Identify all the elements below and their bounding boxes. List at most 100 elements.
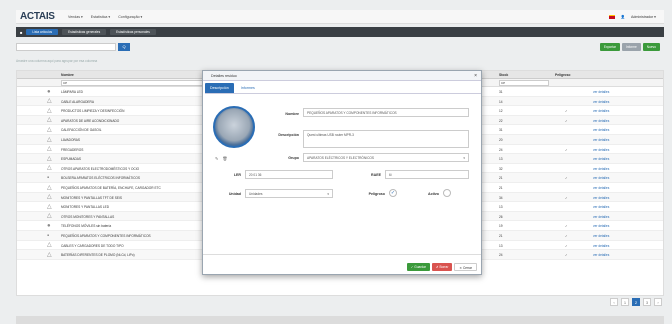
item-type-icon: △ [47, 155, 52, 162]
cell-stock: 13 [499, 157, 503, 162]
cell-nombre: ESPUMADAS [61, 157, 82, 162]
item-type-icon: △ [47, 213, 52, 220]
label-ler: LER [233, 173, 241, 177]
cell-nombre: APARATOS DE AIRE ACONDICIONADO [61, 118, 120, 123]
label-raee: RAEE [371, 173, 381, 177]
page-prev[interactable]: ‹ [610, 298, 618, 306]
label-descripcion: Descripción [278, 133, 299, 137]
app-logo[interactable]: ACTAIS [20, 11, 68, 22]
view-details-link[interactable]: ver detalles [593, 224, 609, 228]
cell-stock: 21 [499, 176, 503, 181]
photo-tools: ✎ 🗑 [215, 156, 227, 161]
view-details-link[interactable]: ver detalles [593, 176, 609, 180]
cell-stock: 13 [499, 243, 503, 248]
group-select[interactable]: APARATOS ELÉCTRICOS Y ELECTRÓNICOS ▾ [303, 153, 469, 162]
tab-descripcion[interactable]: Descripción [205, 83, 234, 93]
cell-nombre: FREGADEROS [61, 147, 84, 152]
tab-informes[interactable]: Informes [236, 83, 260, 93]
view-details-link[interactable]: ver detalles [593, 234, 609, 238]
cell-stock: 21 [499, 186, 503, 190]
view-details-link[interactable]: ver detalles [593, 215, 609, 219]
user-menu[interactable]: Administrador ▾ [631, 15, 656, 19]
item-type-icon: ▪ [47, 232, 50, 239]
page-1[interactable]: 1 [621, 298, 629, 306]
cell-stock: 12 [499, 109, 503, 114]
col-nombre[interactable]: Nombre [61, 73, 74, 77]
col-peligroso[interactable]: Peligroso [555, 73, 570, 77]
check-icon: ✓ [565, 109, 568, 114]
filter-nombre[interactable]: CP [61, 80, 221, 86]
col-stock[interactable]: Stock [499, 73, 508, 77]
tab-estadisticas-generales[interactable]: Estadísticas generales [62, 29, 107, 35]
description-field[interactable]: Quest ultimas USB router MPR-3 [303, 130, 469, 148]
page-3[interactable]: 3 [643, 298, 651, 306]
label-grupo: Grupo [288, 156, 299, 160]
item-type-icon: △ [47, 126, 52, 133]
view-details-link[interactable]: ver detalles [593, 157, 609, 161]
view-details-link[interactable]: ver detalles [593, 128, 609, 132]
view-details-link[interactable]: ver detalles [593, 148, 609, 152]
view-details-link[interactable]: ver detalles [593, 90, 609, 94]
chevron-down-icon: ▾ [327, 192, 329, 196]
cell-stock: 26 [499, 214, 503, 219]
view-details-link[interactable]: ver detalles [593, 119, 609, 123]
active-checkbox[interactable] [443, 189, 451, 197]
view-details-link[interactable]: ver detalles [593, 167, 609, 171]
close-icon[interactable]: × [474, 71, 477, 81]
modal-body: ✎ 🗑 Nombre PEQUEÑOS APARATOS Y COMPONENT… [205, 93, 481, 253]
cell-stock: 20 [499, 138, 503, 142]
view-details-link[interactable]: ver detalles [593, 244, 609, 248]
filter-stock[interactable]: CP [499, 80, 549, 86]
item-type-icon: △ [47, 251, 52, 258]
cell-nombre: CABLES Y CARGADORES DE TODO TIPO [61, 243, 124, 248]
check-icon: ✓ [565, 234, 568, 238]
close-button[interactable]: ✕ Cerrar [454, 263, 477, 271]
item-type-icon: ● [47, 88, 51, 95]
view-details-link[interactable]: ver detalles [593, 138, 609, 142]
top-navbar: ACTAIS Vendas ▾ Estatística ▾ Configuraç… [16, 10, 664, 24]
modal-tabs: Descripción Informes [205, 83, 260, 93]
language-flag-icon[interactable] [608, 14, 615, 19]
edit-icon[interactable]: ✎ [215, 156, 218, 161]
menu-estadistica[interactable]: Estatística ▾ [91, 15, 110, 19]
menu-configuracion[interactable]: Configuração ▾ [118, 15, 142, 19]
menu-ventas[interactable]: Vendas ▾ [68, 15, 83, 19]
cell-stock: 22 [499, 118, 503, 123]
view-details-link[interactable]: ver detalles [593, 186, 609, 190]
save-button[interactable]: ✓ Guardar [406, 263, 430, 271]
check-icon: ✓ [565, 118, 568, 123]
search-input[interactable] [16, 43, 116, 51]
item-type-icon: △ [47, 117, 52, 124]
modal-buttons: ✓ Guardar ✗ Borrar ✕ Cerrar [406, 263, 477, 271]
report-button[interactable]: Informe [621, 43, 641, 51]
tab-lista-articulos[interactable]: Lista artículos [26, 29, 59, 35]
delete-button[interactable]: ✗ Borrar [431, 263, 453, 271]
main-menu: Vendas ▾ Estatística ▾ Configuração ▾ [68, 15, 142, 19]
name-field[interactable]: PEQUEÑOS APARATOS Y COMPONENTES INFORMÁT… [303, 108, 469, 117]
pagination: ‹ 1 2 3 › [610, 298, 662, 306]
search-button[interactable]: Q [118, 43, 130, 51]
cell-nombre: CALEFACCIÓN DE GASOIL [61, 128, 102, 133]
trash-icon[interactable]: 🗑 [222, 156, 227, 161]
view-details-link[interactable]: ver detalles [593, 196, 609, 200]
check-icon: ✓ [565, 243, 568, 248]
dangerous-checkbox[interactable]: ✓ [389, 189, 397, 197]
new-button[interactable]: Nuevo [642, 43, 660, 51]
raee-field[interactable]: 6i [385, 170, 469, 179]
unit-select[interactable]: Unidades ▾ [245, 189, 333, 198]
ler-field[interactable]: 20 01 36 [245, 170, 333, 179]
cell-stock: 24 [499, 147, 503, 152]
view-details-link[interactable]: ver detalles [593, 205, 609, 209]
page-2[interactable]: 2 [632, 298, 640, 306]
toolbar-actions: Exportar Informe Nuevo [599, 43, 660, 51]
export-button[interactable]: Exportar [599, 43, 620, 51]
tab-estadisticas-personales[interactable]: Estadísticas personales [110, 29, 156, 35]
view-details-link[interactable]: ver detalles [593, 253, 609, 257]
item-photo[interactable] [213, 106, 255, 148]
page-next[interactable]: › [654, 298, 662, 306]
cell-nombre: BATERÍAS DIFERENTES DE PLOMO (Ni-Cd, LiP… [61, 253, 135, 258]
view-details-link[interactable]: ver detalles [593, 100, 609, 104]
menu-toggle-icon[interactable]: ■ [20, 30, 22, 35]
view-details-link[interactable]: ver detalles [593, 109, 609, 113]
cell-nombre: CABLE ALARGADERA [61, 99, 94, 104]
